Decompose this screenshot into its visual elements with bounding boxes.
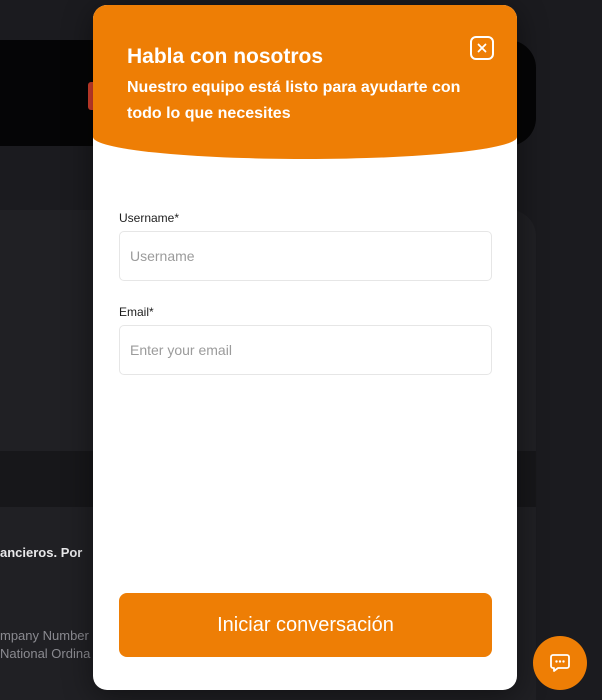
close-button[interactable] xyxy=(470,36,494,60)
start-conversation-button[interactable]: Iniciar conversación xyxy=(119,593,492,657)
modal-header: Habla con nosotros Nuestro equipo está l… xyxy=(93,5,517,159)
username-label: Username* xyxy=(119,211,180,225)
background-text-line: National Ordina xyxy=(0,646,91,661)
background-text-line: ancieros. Por xyxy=(0,545,83,560)
chat-bubble-icon xyxy=(550,654,570,672)
close-icon xyxy=(477,43,487,53)
modal-subtitle: Nuestro equipo está listo para ayudarte … xyxy=(127,79,461,122)
modal-title: Habla con nosotros xyxy=(127,45,324,68)
email-label: Email* xyxy=(119,305,154,319)
contact-modal: Habla con nosotros Nuestro equipo está l… xyxy=(93,5,517,690)
username-input[interactable] xyxy=(119,231,492,281)
background-text-line: mpany Number xyxy=(0,628,89,643)
chat-button[interactable] xyxy=(533,636,587,690)
email-input[interactable] xyxy=(119,325,492,375)
